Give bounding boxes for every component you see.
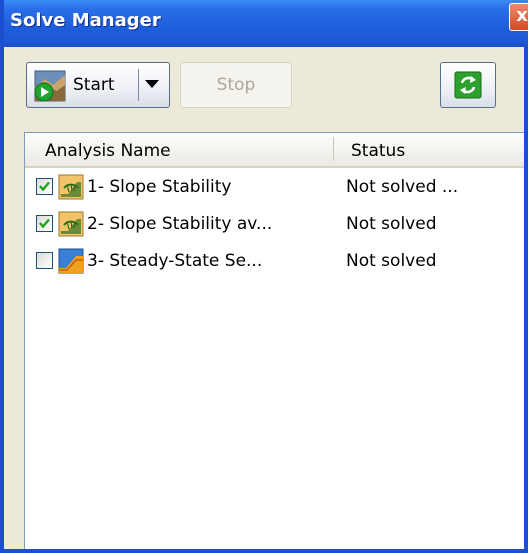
- steady-state-seepage-icon: [58, 248, 84, 274]
- list-item[interactable]: 3- Steady-State Se... Not solved: [25, 243, 524, 280]
- analysis-checkbox[interactable]: [36, 178, 53, 195]
- analysis-status: Not solved ...: [346, 177, 459, 197]
- start-button[interactable]: Start: [26, 62, 170, 108]
- solve-manager-window: Solve Manager x Start Stop Analysis Name…: [0, 0, 528, 553]
- start-split-divider: [138, 69, 139, 101]
- close-button[interactable]: x: [509, 3, 528, 31]
- refresh-button[interactable]: [440, 62, 496, 108]
- analysis-status: Not solved: [346, 251, 437, 271]
- analysis-name: 1- Slope Stability: [87, 177, 232, 197]
- list-rows: 1- Slope Stability Not solved ... 2- Slo…: [25, 169, 524, 280]
- column-header-analysis-name[interactable]: Analysis Name: [45, 141, 171, 161]
- list-item[interactable]: 2- Slope Stability av... Not solved: [25, 206, 524, 243]
- chevron-down-icon[interactable]: [145, 80, 159, 88]
- analysis-checkbox[interactable]: [36, 215, 53, 232]
- check-mark-icon: [39, 218, 50, 229]
- toolbar: Start Stop: [8, 56, 520, 116]
- stop-button[interactable]: Stop: [180, 62, 292, 108]
- analysis-name: 3- Steady-State Se...: [87, 251, 263, 271]
- analysis-status: Not solved: [346, 214, 437, 234]
- title-bar[interactable]: Solve Manager x: [4, 0, 528, 47]
- play-analysis-icon: [34, 70, 66, 102]
- column-header-status[interactable]: Status: [351, 141, 405, 161]
- slope-stability-icon: [58, 211, 84, 237]
- refresh-icon: [454, 71, 482, 99]
- list-item[interactable]: 1- Slope Stability Not solved ...: [25, 169, 524, 206]
- window-title: Solve Manager: [10, 10, 161, 31]
- column-divider[interactable]: [333, 137, 334, 161]
- analysis-list[interactable]: Analysis Name Status 1- Slope Stability …: [24, 132, 524, 549]
- check-mark-icon: [39, 181, 50, 192]
- analysis-checkbox[interactable]: [36, 252, 53, 269]
- list-header: Analysis Name Status: [25, 133, 524, 168]
- start-label: Start: [73, 75, 115, 95]
- analysis-name: 2- Slope Stability av...: [87, 214, 273, 234]
- slope-stability-icon: [58, 174, 84, 200]
